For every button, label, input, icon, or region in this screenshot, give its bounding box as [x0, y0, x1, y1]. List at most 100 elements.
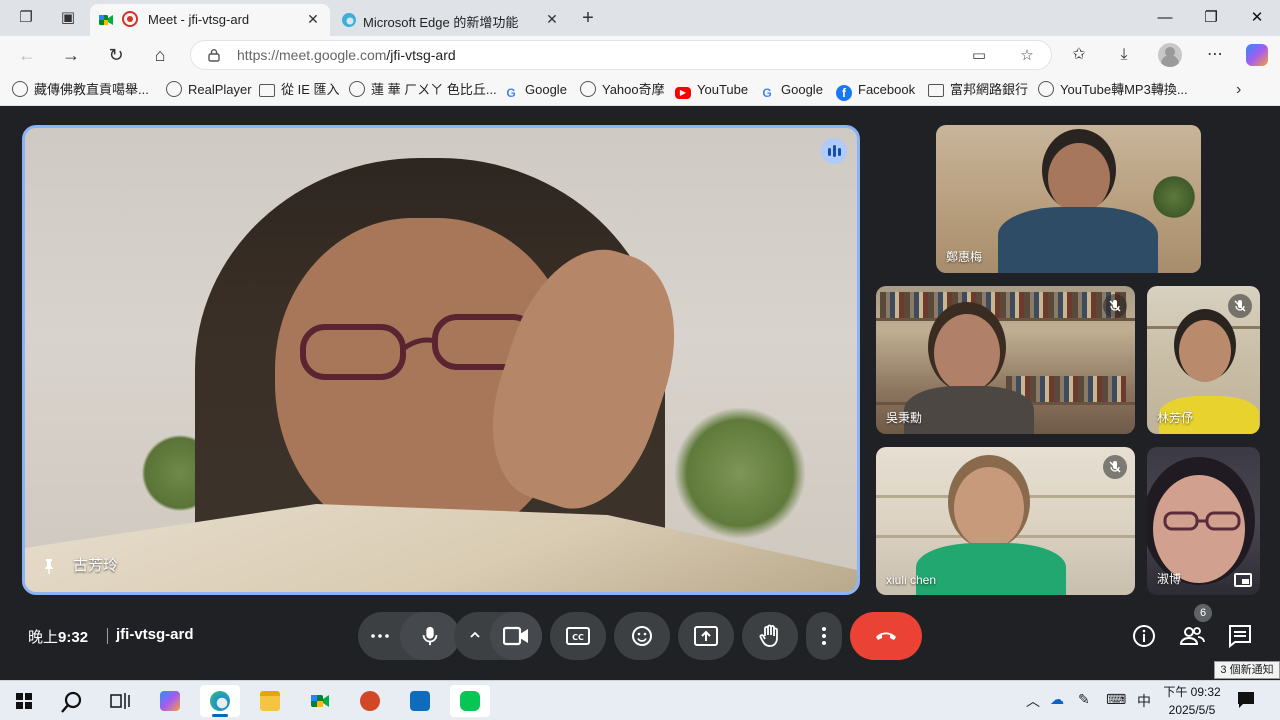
bookmark-label: Facebook [858, 82, 916, 97]
leave-call-button[interactable] [850, 612, 922, 660]
keyboard-icon[interactable]: ⌨ [1106, 691, 1126, 708]
microphone-icon [422, 626, 438, 646]
participant-video [904, 386, 1034, 434]
audio-options-icon[interactable] [368, 626, 392, 646]
time-prefix: 晚上 [28, 629, 59, 646]
participant-name: xiuli chen [886, 573, 937, 587]
close-tab-icon[interactable]: ✕ [304, 10, 322, 28]
tab-meet[interactable]: Meet - jfi-vtsg-ard ✕ [90, 4, 330, 36]
participant-video [1048, 143, 1110, 213]
camera-button[interactable] [490, 612, 542, 660]
profile-avatar[interactable] [1158, 43, 1182, 67]
bookmark-item[interactable]: 富邦網路銀行 [928, 81, 1028, 99]
reactions-button[interactable] [614, 612, 670, 660]
bookmark-item[interactable]: YouTube轉MP3轉換... [1038, 81, 1188, 99]
participant-tile[interactable]: xiuli chen [876, 447, 1135, 595]
bookmark-label: YouTube [697, 82, 749, 97]
workspaces-icon[interactable]: ❐ [16, 8, 36, 28]
refresh-button[interactable]: ↻ [103, 43, 129, 67]
bookmark-item[interactable]: RealPlayer [166, 81, 252, 99]
captions-button[interactable]: CC [550, 612, 606, 660]
edge-app[interactable] [200, 685, 240, 717]
meet-app[interactable] [300, 685, 340, 717]
divider [107, 628, 108, 644]
tab-title: Meet - jfi-vtsg-ard [148, 12, 250, 27]
bookmark-item[interactable]: G Google [759, 81, 823, 100]
onedrive-icon[interactable]: ☁ [1050, 691, 1064, 708]
search-button[interactable] [52, 685, 92, 717]
start-button[interactable] [4, 685, 44, 717]
bookmark-item[interactable]: f Facebook [836, 81, 916, 101]
chevron-up-icon[interactable]: ︿ [1026, 691, 1040, 711]
edge-icon [210, 691, 230, 711]
back-button[interactable]: ← [14, 43, 40, 67]
participant-tile[interactable]: 林芳伃 [1147, 286, 1260, 434]
end-call-icon [876, 632, 896, 640]
address-bar-row: ← → ↻ ⌂ https://meet.google.com/jfi-vtsg… [0, 36, 1280, 74]
restore-button[interactable]: ❐ [1188, 6, 1234, 30]
globe-icon [349, 81, 365, 97]
camera-in-use-icon[interactable]: ▭ [969, 46, 989, 66]
system-clock[interactable]: 下午 09:32 2025/5/5 [1160, 683, 1224, 719]
pen-icon[interactable]: ✎ [1078, 691, 1090, 708]
bookmark-item[interactable]: 藏傳佛教直貢噶舉... [12, 81, 149, 99]
settings-more-icon[interactable]: ⋯ [1204, 44, 1226, 66]
downloads-icon[interactable]: ⤓ [1113, 44, 1135, 66]
chevron-up-icon[interactable] [468, 628, 482, 642]
participant-tile[interactable]: 吳秉勳 [876, 286, 1135, 434]
bookmark-label: 藏傳佛教直貢噶舉... [34, 82, 149, 97]
participant-tile[interactable]: 淑博 [1147, 447, 1260, 595]
bookmark-item[interactable]: Yahoo奇摩 [580, 81, 665, 99]
task-view-button[interactable] [100, 685, 140, 717]
favorites-icon[interactable]: ✩ [1068, 44, 1090, 66]
time-value: 9:32 [58, 629, 89, 646]
bookmark-item[interactable]: 蓮 華 ㄏㄨㄚ 色比丘... [349, 81, 497, 99]
microphone-button[interactable] [400, 612, 460, 660]
address-bar[interactable]: https://meet.google.com/jfi-vtsg-ard ▭ ☆ [190, 40, 1052, 70]
main-video-tile[interactable]: 古芳玲 [22, 125, 860, 595]
bookmark-label: Google [781, 82, 823, 97]
tab-edge-new[interactable]: Microsoft Edge 的新增功能 ✕ [333, 4, 569, 36]
home-button[interactable]: ⌂ [147, 43, 173, 67]
bookmark-item[interactable]: 從 IE 匯入 [259, 81, 340, 99]
outlook-app[interactable] [400, 685, 440, 717]
chat-icon[interactable] [1224, 620, 1256, 652]
chevron-right-icon[interactable]: › [1236, 81, 1241, 99]
audio-controls [358, 612, 460, 660]
people-icon[interactable] [1176, 620, 1208, 652]
video-background [880, 292, 1127, 318]
pin-icon[interactable] [41, 558, 57, 574]
present-button[interactable] [678, 612, 734, 660]
bookmark-item[interactable]: ▶ YouTube [675, 81, 748, 99]
line-app[interactable] [450, 685, 490, 717]
close-window-button[interactable]: ✕ [1234, 6, 1280, 30]
ime-indicator[interactable]: 中 [1137, 691, 1151, 711]
raise-hand-button[interactable] [742, 612, 798, 660]
speaking-indicator-icon [821, 138, 847, 164]
outlook-icon [410, 691, 430, 711]
svg-text:CC: CC [572, 633, 584, 642]
powerpoint-app[interactable] [350, 685, 390, 717]
bookmark-item[interactable]: G Google [503, 81, 567, 100]
line-icon [460, 691, 480, 711]
favorite-star-icon[interactable]: ☆ [1017, 46, 1037, 66]
forward-button[interactable]: → [58, 43, 84, 67]
mic-muted-icon [1103, 455, 1127, 479]
file-explorer-app[interactable] [250, 685, 290, 717]
vertical-tabs-icon[interactable]: ▣ [58, 8, 78, 28]
video-controls [454, 612, 542, 660]
copilot-app[interactable] [150, 685, 190, 717]
meeting-info-icon[interactable] [1128, 620, 1160, 652]
more-options-button[interactable] [806, 612, 842, 660]
copilot-icon[interactable] [1246, 44, 1268, 66]
picture-in-picture-icon[interactable] [1234, 573, 1252, 587]
close-tab-icon[interactable]: ✕ [543, 10, 561, 28]
notification-toast[interactable]: 3 個新通知 [1214, 661, 1280, 679]
present-screen-icon [694, 626, 718, 646]
task-view-icon [110, 693, 130, 709]
new-tab-icon[interactable]: + [578, 8, 598, 28]
site-info-icon[interactable] [207, 48, 221, 62]
participant-tile[interactable]: 鄭惠梅 [936, 125, 1201, 273]
notification-center-icon[interactable] [1236, 690, 1256, 710]
minimize-button[interactable]: — [1142, 6, 1188, 30]
